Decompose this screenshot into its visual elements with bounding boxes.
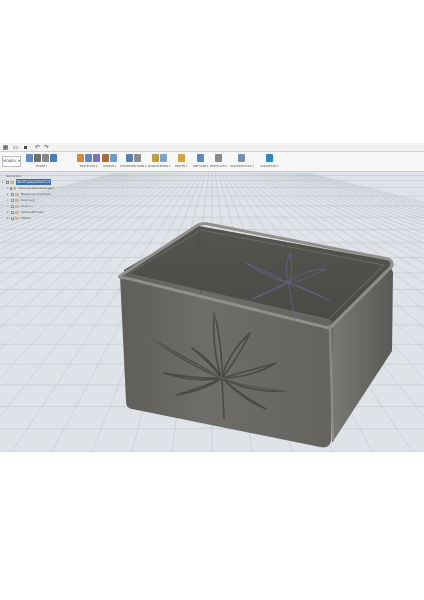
zusatzmodule-tool-1-icon[interactable] [238, 154, 246, 162]
title-bar: ▦ ▭ ▪ ↶ ↷ [0, 143, 424, 152]
toolbar-group-konstruieren[interactable]: KONSTRUIEREN ▾ [148, 154, 170, 171]
konstruieren-tool-2-icon[interactable] [159, 154, 167, 162]
undo-icon[interactable]: ↶ [34, 144, 41, 151]
toolbar-group-label[interactable]: ERSTELLEN ▾ [210, 165, 227, 168]
ändern-tool-1-icon[interactable] [102, 154, 109, 162]
fusion-app-window: ▦ ▭ ▪ ↶ ↷ MODELL ▾ SKIZZE ▾ ERSTELLEN ▾ ÄN… [0, 143, 424, 452]
skizze-tool-1-icon[interactable] [26, 154, 33, 162]
prüfen-tool-1-icon[interactable] [177, 154, 185, 162]
toolbar-group-prüfen[interactable]: PRÜFEN ▾ [175, 154, 187, 171]
redo-icon[interactable]: ↷ [43, 144, 50, 151]
toolbar-group-label[interactable]: PRÜFEN ▾ [175, 165, 187, 168]
skizze-tool-2-icon[interactable] [34, 154, 41, 162]
model-canvas[interactable] [0, 173, 424, 452]
toolbar-group-skizze[interactable]: SKIZZE ▾ [26, 154, 57, 171]
toolbar-group-label[interactable]: ÄNDERN ▾ [102, 165, 117, 168]
toolbar-group-label[interactable]: ZUSATZMODULE ▾ [230, 165, 254, 168]
skizze-tool-3-icon[interactable] [42, 154, 49, 162]
toolbar-group-label[interactable]: ZUSAMMENFÜGEN ▾ [120, 165, 146, 168]
erstellen-tool-2-icon[interactable] [85, 154, 92, 162]
file-icon[interactable]: ▭ [12, 144, 19, 151]
grid-line [0, 173, 142, 223]
toolbar-group-einfügen[interactable]: EINFÜGEN ▾ [193, 154, 208, 171]
konstruieren-tool-1-icon[interactable] [151, 154, 159, 162]
zusammenfügen-tool-1-icon[interactable] [125, 154, 133, 162]
3d-viewport[interactable] [0, 173, 424, 452]
erstellen-tool-3-icon[interactable] [93, 154, 100, 162]
toolbar-ribbon: MODELL ▾ SKIZZE ▾ ERSTELLEN ▾ ÄNDERN ▾ ZUSA… [0, 152, 424, 172]
skizze-tool-4-icon[interactable] [50, 154, 57, 162]
toolbar-group-label[interactable]: SKIZZE ▾ [26, 165, 57, 168]
erstellen2-tool-1-icon[interactable] [214, 154, 222, 162]
toolbar-group-zusammenfügen[interactable]: ZUSAMMENFÜGEN ▾ [120, 154, 146, 171]
toolbar-group-label[interactable]: KONSTRUIEREN ▾ [148, 165, 170, 168]
zusammenfügen-tool-2-icon[interactable] [133, 154, 141, 162]
toolbar-group-ändern[interactable]: ÄNDERN ▾ [102, 154, 117, 171]
save-icon[interactable]: ▪ [22, 144, 29, 151]
toolbar-group-auswählen[interactable]: AUSWÄHLEN ▾ [260, 154, 279, 171]
toolbar-group-label[interactable]: EINFÜGEN ▾ [193, 165, 208, 168]
grid-icon[interactable]: ▦ [2, 144, 9, 151]
auswählen-tool-1-icon[interactable] [265, 154, 273, 162]
toolbar-group-label[interactable]: AUSWÄHLEN ▾ [260, 165, 279, 168]
ändern-tool-2-icon[interactable] [110, 154, 117, 162]
toolbar-group-label[interactable]: ERSTELLEN ▾ [77, 165, 100, 168]
grid-line [0, 173, 129, 211]
toolbar-group-erstellen[interactable]: ERSTELLEN ▾ [77, 154, 100, 171]
toolbar-group-zusatzmodule[interactable]: ZUSATZMODULE ▾ [230, 154, 254, 171]
grid-line [0, 173, 126, 209]
toolbar-group-erstellen2[interactable]: ERSTELLEN ▾ [210, 154, 227, 171]
erstellen-tool-1-icon[interactable] [77, 154, 84, 162]
einfügen-tool-1-icon[interactable] [197, 154, 205, 162]
workspace-switcher[interactable]: MODELL ▾ [2, 156, 21, 167]
